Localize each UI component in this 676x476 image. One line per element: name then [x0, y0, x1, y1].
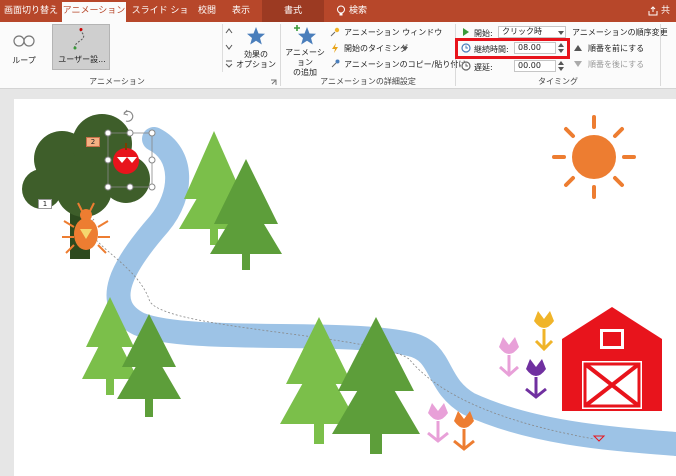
- slide[interactable]: 1 2: [14, 99, 676, 476]
- dialog-launcher-icon[interactable]: [270, 79, 277, 86]
- effect-options-label: 効果の オプション: [236, 50, 276, 69]
- tulip: [499, 337, 519, 378]
- barn: [562, 307, 662, 411]
- move-later-label: 順番を後にする: [588, 60, 645, 69]
- duration-label: 継続時間:: [474, 45, 509, 54]
- play-icon: [463, 28, 469, 36]
- tell-me-search[interactable]: 検索: [333, 0, 391, 22]
- clock-icon: [461, 43, 471, 53]
- move-earlier-label: 順番を前にする: [588, 44, 645, 53]
- scroll-up-icon: [225, 28, 233, 34]
- arrow-up-icon: [574, 45, 582, 51]
- move-earlier-button[interactable]: 順番を前にする: [574, 42, 654, 54]
- anim-tag-2[interactable]: 2: [86, 137, 100, 147]
- trigger-label: 開始のタイミング: [344, 44, 408, 53]
- anim-custom[interactable]: ユーザー設...: [52, 24, 110, 70]
- tab-format[interactable]: 書式: [274, 0, 312, 22]
- animation-gallery: ループ ユーザー設...: [0, 22, 234, 74]
- ribbon-tab-bar: 画面切り替え アニメーション スライド ショー 校閲 表示 書式 検索 共有: [0, 0, 676, 38]
- sun: [552, 115, 636, 199]
- duration-row: 継続時間: 08.00: [460, 42, 570, 56]
- spinner-icon[interactable]: [558, 61, 564, 71]
- slide-canvas: 1 2: [0, 89, 676, 476]
- anim-loop[interactable]: ループ: [4, 26, 44, 70]
- delay-row: 遅延: 00.00: [460, 60, 570, 74]
- anim-tag-1[interactable]: 1: [38, 199, 52, 209]
- custom-path-icon: [73, 28, 85, 50]
- reorder-title: アニメーションの順序変更: [572, 28, 668, 37]
- tulip: [453, 411, 475, 451]
- more-icon: [225, 60, 233, 68]
- group-label-timing: タイミング: [538, 77, 578, 86]
- duration-input[interactable]: 08.00: [514, 42, 556, 54]
- share-button[interactable]: 共有: [646, 0, 676, 38]
- effect-options-button[interactable]: 効果の オプション: [236, 24, 276, 74]
- tulip: [534, 311, 554, 352]
- tab-animations[interactable]: アニメーション: [62, 2, 126, 22]
- animation-pane-label: アニメーション ウィンドウ: [344, 28, 443, 37]
- trigger-button[interactable]: 開始のタイミング: [330, 42, 450, 54]
- search-label: 検索: [349, 6, 368, 16]
- tab-transitions[interactable]: 画面切り替え: [2, 0, 60, 22]
- gallery-scroll[interactable]: [222, 24, 234, 72]
- loop-icon: [13, 35, 35, 47]
- animation-painter-label: アニメーションのコピー/貼り付け: [344, 60, 467, 69]
- scroll-down-icon: [225, 44, 233, 50]
- lightbulb-icon: [337, 5, 345, 16]
- separator: [660, 24, 661, 86]
- delay-label: 遅延:: [474, 63, 493, 72]
- add-star-icon: [294, 25, 316, 45]
- chevron-down-icon: [558, 31, 564, 35]
- anim-custom-label: ユーザー設...: [58, 55, 106, 64]
- separator: [280, 24, 281, 86]
- animation-pane-button[interactable]: アニメーション ウィンドウ: [330, 26, 450, 38]
- group-label-advanced: アニメーションの詳細設定: [320, 77, 416, 86]
- anim-loop-label: ループ: [12, 56, 36, 65]
- tab-review[interactable]: 校閲: [192, 0, 222, 22]
- delay-clock-icon: [461, 61, 471, 71]
- chevron-down-icon: [402, 47, 408, 51]
- tab-slideshow[interactable]: スライド ショー: [128, 0, 192, 38]
- animation-painter-button[interactable]: アニメーションのコピー/貼り付け: [330, 58, 466, 70]
- ribbon: ループ ユーザー設... 効果の オプション アニメーション アニメーション の…: [0, 22, 676, 89]
- spinner-icon[interactable]: [558, 43, 564, 53]
- tulip: [427, 403, 449, 443]
- tulip: [525, 359, 547, 399]
- lightning-icon: [332, 43, 338, 53]
- delay-input[interactable]: 00.00: [514, 60, 556, 72]
- start-select[interactable]: クリック時: [498, 26, 566, 38]
- share-icon: [648, 6, 658, 16]
- tab-view[interactable]: 表示: [224, 0, 258, 22]
- arrow-down-icon: [574, 61, 582, 67]
- animation-pane-icon: [330, 27, 340, 37]
- add-animation-button[interactable]: アニメーション の追加: [284, 24, 326, 77]
- animation-painter-icon: [331, 59, 340, 68]
- group-label-animation: アニメーション: [89, 77, 145, 86]
- star-icon: [247, 27, 265, 45]
- add-animation-label: アニメーション の追加: [285, 48, 325, 77]
- move-later-button[interactable]: 順番を後にする: [574, 58, 654, 70]
- slide-artwork: [22, 109, 676, 456]
